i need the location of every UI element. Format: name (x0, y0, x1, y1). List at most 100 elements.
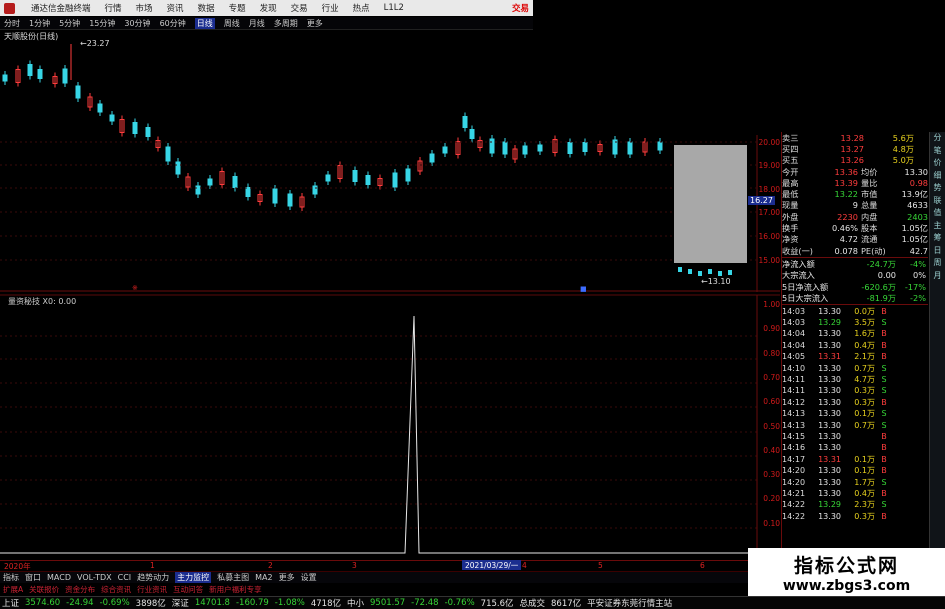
flow-row: 5日大宗流入 -81.9万 -2% (782, 292, 928, 303)
indicator-tab[interactable]: 窗口 (25, 572, 41, 583)
period-5min[interactable]: 5分钟 (59, 18, 80, 29)
flow-pct: -4% (910, 258, 926, 269)
indicator-tab[interactable]: CCI (118, 573, 132, 582)
indicator-tab[interactable]: MA2 (255, 573, 272, 582)
index-change: -24.94 (66, 598, 94, 608)
menu-item-quotes[interactable]: 行情 (105, 2, 122, 14)
index-name[interactable]: 中小 (347, 597, 364, 609)
stat-label: 均价 (861, 166, 878, 177)
menu-item-hot[interactable]: 热点 (353, 2, 370, 14)
side-tab[interactable]: 分 (930, 132, 945, 145)
period-weekly[interactable]: 周线 (224, 18, 240, 29)
kline-chart[interactable]: ※ ■ (0, 30, 780, 560)
tick-row: 14:17 13.31 0.1万 B (782, 454, 928, 465)
side-tab[interactable]: 价 (930, 157, 945, 170)
sub-tab[interactable]: 资金分布 (65, 584, 95, 595)
period-daily[interactable]: 日线 (194, 17, 215, 29)
stat-value: 13.39 (834, 177, 858, 188)
index-pct: -0.76% (444, 598, 475, 608)
highlight-date: 2021/03/29/一 (462, 560, 522, 570)
time-axis: 2020年 1 2 3 4 5 6 (0, 560, 748, 571)
sub-tab[interactable]: 行业资讯 (137, 584, 167, 595)
stat-label: 总量 (861, 200, 878, 211)
period-1min[interactable]: 1分钟 (29, 18, 50, 29)
menu-item-trade[interactable]: 交易 (291, 2, 308, 14)
indicator-tab[interactable]: 指标 (3, 572, 19, 583)
period-30min[interactable]: 30分钟 (124, 18, 150, 29)
tick-row: 14:11 13.30 4.7万 S (782, 374, 928, 385)
period-60min[interactable]: 60分钟 (160, 18, 186, 29)
sub-tab[interactable]: 扩展A (3, 584, 23, 595)
tick-flag: S (881, 420, 887, 430)
menu-item-topic[interactable]: 专题 (229, 2, 246, 14)
side-tab[interactable]: 笔 (930, 145, 945, 158)
tick-volume: 4.7万 (854, 374, 875, 384)
quote-row: 买四 13.27 4.8万 (782, 143, 928, 154)
stat-label: 现量 (782, 200, 799, 211)
menu-item-market[interactable]: 市场 (136, 2, 153, 14)
indicator-tab[interactable]: MACD (47, 573, 71, 582)
side-tab[interactable]: 值 (930, 207, 945, 220)
stat-row: 换手 0.46% 股本 1.05亿 (782, 222, 928, 233)
stat-label: 量比 (861, 177, 878, 188)
side-tab[interactable]: 筹 (930, 232, 945, 245)
side-tab[interactable]: 联 (930, 195, 945, 208)
trade-button[interactable]: 交易 (512, 2, 529, 14)
indicator-tab[interactable]: 私募主图 (217, 572, 249, 583)
price-tick: 19.00 (758, 161, 780, 170)
tick-time: 14:22 (782, 511, 806, 521)
menu-item-news[interactable]: 资讯 (167, 2, 184, 14)
period-multi[interactable]: 多周期 (274, 18, 298, 29)
tick-flag: B (881, 431, 887, 441)
side-tab[interactable]: 日 (930, 245, 945, 258)
menu-item-discover[interactable]: 发现 (260, 2, 277, 14)
index-name[interactable]: 深证 (172, 597, 189, 609)
tick-price: 13.30 (818, 488, 841, 498)
period-monthly[interactable]: 月线 (249, 18, 265, 29)
flow-label: 5日大宗流入 (782, 292, 829, 303)
price-tick: 16.00 (758, 232, 780, 241)
side-tab[interactable]: 势 (930, 182, 945, 195)
indicator-tick: 0.20 (763, 494, 780, 504)
candle-body (352, 170, 358, 182)
menu-item-data[interactable]: 数据 (198, 2, 215, 14)
stat-value: 0.98 (909, 177, 928, 188)
stat-value: 13.9亿 (901, 189, 928, 200)
period-intraday[interactable]: 分时 (4, 18, 20, 29)
stat-value: 4633 (907, 200, 928, 211)
candle-body (657, 141, 663, 151)
index-name[interactable]: 上证 (2, 597, 19, 609)
tick-flag: S (881, 318, 887, 328)
candle-body (287, 193, 293, 207)
menu-item-l1l2[interactable]: L1L2 (384, 3, 404, 13)
quote-price: 13.27 (840, 143, 864, 154)
tick-time: 14:13 (782, 409, 806, 419)
indicator-tab[interactable]: VOL-TDX (77, 573, 112, 582)
menu-item-industry[interactable]: 行业 (322, 2, 339, 14)
side-tab[interactable]: 主 (930, 220, 945, 233)
tick-price: 13.29 (818, 500, 841, 510)
indicator-tab[interactable]: 设置 (301, 572, 317, 583)
stat-row: 最低 13.22 市值 13.9亿 (782, 188, 928, 199)
price-tick: 18.00 (758, 185, 780, 194)
period-15min[interactable]: 15分钟 (89, 18, 115, 29)
period-more[interactable]: 更多 (307, 18, 323, 29)
side-tab[interactable]: 细 (930, 170, 945, 183)
candle-body (537, 144, 543, 152)
sub-tab[interactable]: 新用户福利专享 (209, 584, 262, 595)
sub-tab[interactable]: 综合资讯 (101, 584, 131, 595)
tick-volume: 0.3万 (854, 386, 875, 396)
flow-row: 5日净流入额 -620.6万 -17% (782, 281, 928, 292)
side-tab[interactable]: 周 (930, 257, 945, 270)
indicator-tab[interactable]: 趋势动力 (137, 572, 169, 583)
min-price-label: ←13.10 (701, 277, 731, 286)
tick-flag: B (881, 443, 887, 453)
quote-row: 买五 13.26 5.0万 (782, 155, 928, 166)
tick-price: 13.30 (818, 397, 841, 407)
side-tab[interactable]: 月 (930, 270, 945, 283)
sub-tab[interactable]: 互动问答 (173, 584, 203, 595)
sub-tab[interactable]: 关联报价 (29, 584, 59, 595)
tick-price: 13.30 (818, 386, 841, 396)
indicator-tab[interactable]: 主力监控 (175, 572, 212, 583)
indicator-tab[interactable]: 更多 (279, 572, 295, 583)
